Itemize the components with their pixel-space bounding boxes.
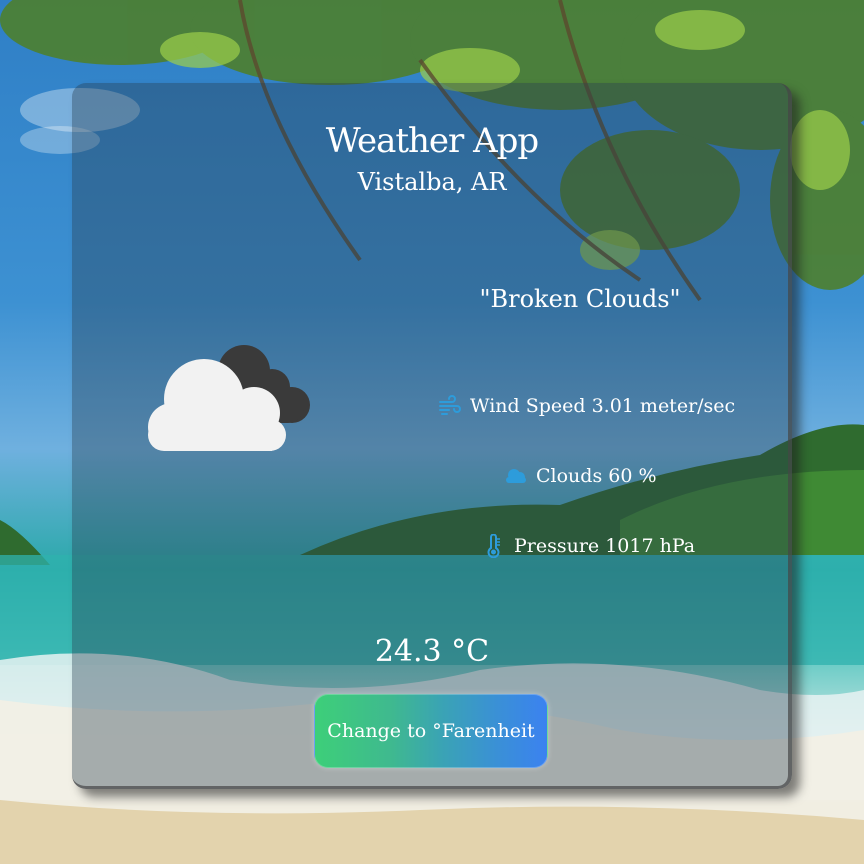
pressure-label: Pressure 1017 hPa bbox=[514, 535, 696, 557]
wind-icon bbox=[439, 395, 461, 415]
app-title: Weather App bbox=[325, 121, 539, 161]
clouds-label: Clouds 60 % bbox=[536, 465, 657, 487]
change-unit-button[interactable]: Change to °Farenheit bbox=[314, 694, 548, 768]
wind-speed-label: Wind Speed 3.01 meter/sec bbox=[470, 395, 736, 417]
weather-card: Weather App Vistalba, AR "Broken Clouds" bbox=[72, 83, 792, 789]
clouds-stat: Clouds 60 % bbox=[504, 463, 657, 489]
temperature-value: 24.3 °C bbox=[374, 634, 490, 669]
broken-clouds-icon bbox=[148, 345, 310, 451]
cloud-icon bbox=[506, 469, 526, 483]
pressure-stat: Pressure 1017 hPa bbox=[482, 533, 695, 559]
location-label: Vistalba, AR bbox=[357, 168, 507, 196]
wind-speed-stat: Wind Speed 3.01 meter/sec bbox=[438, 393, 735, 419]
weather-description: "Broken Clouds" bbox=[479, 285, 681, 313]
thermometer-icon bbox=[487, 534, 500, 558]
